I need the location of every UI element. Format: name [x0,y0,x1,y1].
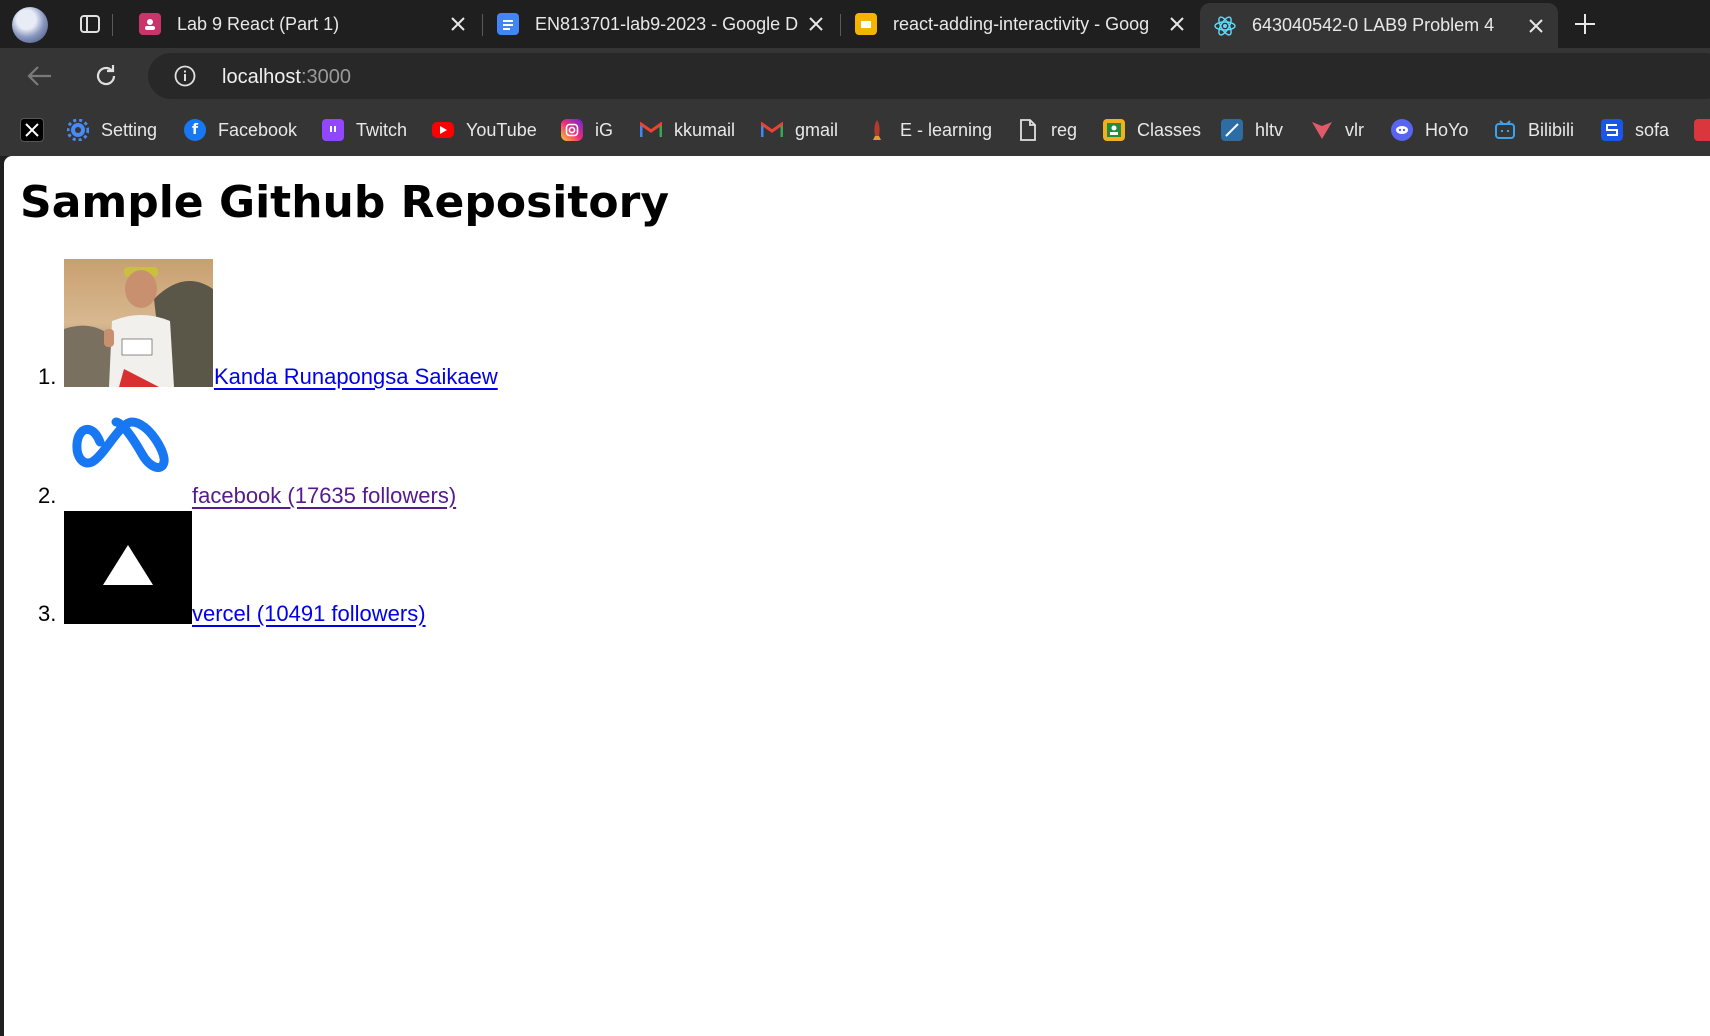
bookmark-reg[interactable]: reg [1017,116,1077,144]
bookmark-elearning[interactable]: E - learning [866,116,992,144]
page-viewport: Sample Github Repository 1. Kanda Runapo… [4,156,1710,1036]
repo-link[interactable]: Kanda Runapongsa Saikaew [214,364,498,390]
meta-logo-icon[interactable] [64,392,192,504]
vercel-logo-icon[interactable] [64,511,192,624]
url-host: localhost [222,66,301,88]
tab-strip: Lab 9 React (Part 1) EN813701-lab9-2023 … [0,0,1710,48]
sofascore-icon [1601,119,1623,141]
x-icon [20,118,44,142]
classroom-icon [139,13,161,35]
tab-title: EN813701-lab9-2023 - Google D [535,13,798,34]
bookmark-overflow[interactable] [1694,116,1710,144]
facebook-icon: f [184,119,206,141]
bookmark-x[interactable] [20,116,44,144]
bookmark-label: iG [595,119,613,140]
page-title: Sample Github Repository [20,177,670,228]
document-icon [1017,119,1039,141]
repo-link[interactable]: facebook (17635 followers) [192,483,456,509]
bookmark-kkumail[interactable]: kkumail [640,116,735,144]
tab-search-icon[interactable] [76,10,104,38]
bookmark-twitch[interactable]: Twitch [322,116,407,144]
bookmark-label: E - learning [900,119,993,140]
bookmark-label: Setting [101,119,158,140]
browser-toolbar: localhost:3000 [0,48,1710,104]
url-text[interactable]: localhost:3000 [222,66,351,89]
site-info-icon[interactable] [174,65,196,87]
bookmark-classes[interactable]: Classes [1103,116,1201,144]
classroom-icon [1103,119,1125,141]
bookmark-label: hltv [1255,119,1284,140]
bookmark-label: vlr [1345,119,1364,140]
close-icon[interactable] [448,14,468,34]
close-icon[interactable] [1167,14,1187,34]
bookmark-label: Classes [1137,119,1202,140]
discord-icon [1391,119,1413,141]
tab-lab9-react[interactable]: Lab 9 React (Part 1) [125,5,480,43]
tab-google-docs[interactable]: EN813701-lab9-2023 - Google D [483,5,838,43]
bookmark-label: gmail [795,119,839,140]
gear-icon [67,119,89,141]
bookmark-label: YouTube [466,119,537,140]
twitch-icon [322,119,344,141]
gmail-icon [640,119,662,141]
url-port: :3000 [300,66,351,88]
hltv-icon [1221,119,1243,141]
bookmark-overflow-icon [1694,119,1710,141]
instagram-icon [561,119,583,141]
bookmark-vlr[interactable]: vlr [1311,116,1364,144]
bookmark-ig[interactable]: iG [561,116,613,144]
bookmark-hltv[interactable]: hltv [1221,116,1283,144]
bookmark-bilibili[interactable]: Bilibili [1494,116,1574,144]
profile-photo[interactable] [64,259,213,387]
bookmark-hoyo[interactable]: HoYo [1391,116,1468,144]
tab-title: Lab 9 React (Part 1) [177,13,340,34]
bookmark-label: Bilibili [1528,119,1575,140]
bookmark-label: sofa [1635,119,1670,140]
tab-title: react-adding-interactivity - Goog [893,13,1150,34]
close-icon[interactable] [806,14,826,34]
google-slides-icon [855,13,877,35]
bilibili-icon [1494,119,1516,141]
list-number: 2. [38,483,57,508]
reload-icon[interactable] [90,60,122,92]
tab-title: 643040542-0 LAB9 Problem 4 [1252,15,1495,35]
bookmark-label: Facebook [218,119,298,140]
new-tab-plus-icon[interactable] [1571,10,1599,38]
bookmarks-bar: Setting f Facebook Twitch YouTube iG kku… [0,104,1710,156]
gmail-icon [761,119,783,141]
list-number: 1. [38,364,57,389]
bookmark-label: HoYo [1425,119,1469,140]
repo-link[interactable]: vercel (10491 followers) [192,601,426,627]
rocket-icon [866,119,888,141]
tab-separator [112,14,113,36]
bookmark-facebook[interactable]: f Facebook [184,116,297,144]
bookmark-gmail[interactable]: gmail [761,116,838,144]
profile-avatar-icon[interactable] [12,7,48,43]
youtube-icon [432,122,454,138]
bookmark-sofa[interactable]: sofa [1601,116,1669,144]
bookmark-youtube[interactable]: YouTube [432,116,537,144]
back-arrow-icon[interactable] [24,60,56,92]
list-number: 3. [38,601,57,626]
bookmark-setting[interactable]: Setting [67,116,157,144]
tab-google-slides[interactable]: react-adding-interactivity - Goog [841,5,1199,43]
bookmark-label: kkumail [674,119,736,140]
bookmark-label: reg [1051,119,1078,140]
vlr-icon [1311,119,1333,141]
close-icon[interactable] [1526,16,1546,36]
bookmark-label: Twitch [356,119,408,140]
tab-lab9-problem4[interactable]: 643040542-0 LAB9 Problem 4 [1200,3,1558,48]
address-bar[interactable]: localhost:3000 [148,53,1710,99]
google-docs-icon [497,13,519,35]
react-icon [1214,15,1236,37]
